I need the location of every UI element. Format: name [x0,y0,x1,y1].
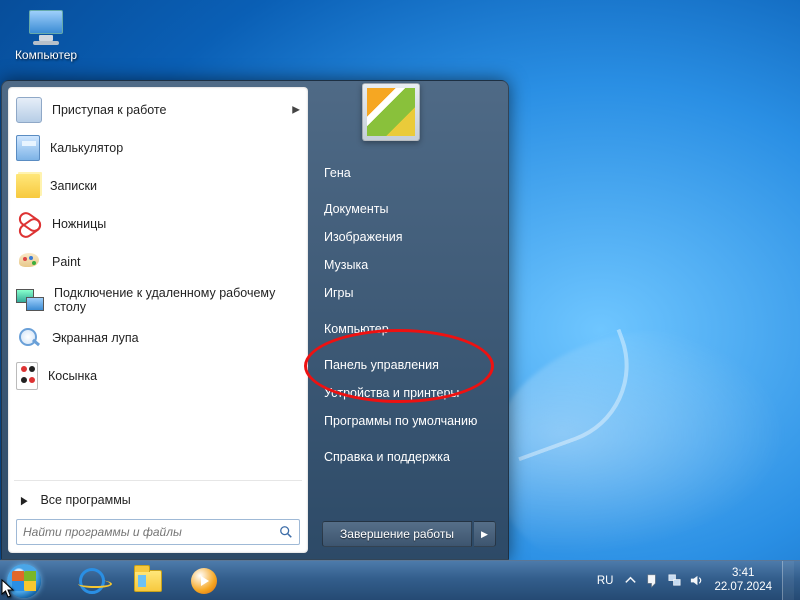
taskbar-pinned [66,564,230,598]
action-center-icon[interactable] [645,573,660,588]
start-menu-right-link[interactable]: Компьютер [322,315,496,343]
card-icon [16,362,38,390]
shutdown-options-button[interactable]: ▶ [474,521,496,547]
mag-icon [16,325,42,351]
start-menu-program-label: Экранная лупа [52,331,139,345]
start-menu-right-link[interactable]: Игры [322,279,496,307]
start-menu-program-item[interactable]: Paint [10,243,306,281]
system-tray: RU 3:41 22.07.2024 [597,561,800,600]
start-menu-program-item[interactable]: Приступая к работе ▶ [10,91,306,129]
volume-icon[interactable] [689,573,704,588]
chevron-right-icon: ▶ [481,529,488,540]
start-menu-right-link[interactable]: Устройства и принтеры [322,379,496,407]
snip-icon [16,211,42,237]
search-box[interactable] [16,519,300,545]
shutdown-label: Завершение работы [340,527,454,541]
start-menu-program-label: Ножницы [52,217,106,231]
shutdown-button[interactable]: Завершение работы [322,521,472,547]
explorer-icon [134,570,162,592]
network-icon[interactable] [667,573,682,588]
start-button[interactable] [4,561,44,600]
desktop-icon-computer[interactable]: Компьютер [14,8,78,62]
start-menu-left-pane: Приступая к работе ▶ Калькулятор Записки Нож… [8,87,308,553]
taskbar-explorer[interactable] [122,564,174,598]
start-menu-right-link[interactable]: Изображения [322,223,496,251]
paint-icon [16,249,42,275]
start-menu-program-label: Приступая к работе [52,103,166,117]
start-menu-program-item[interactable]: Подключение к удаленному рабочему столу [10,281,306,319]
start-menu-right-link[interactable]: Музыка [322,251,496,279]
ie-icon [79,568,105,594]
show-desktop-button[interactable] [782,561,794,600]
chevron-right-icon: ▶ [292,105,300,116]
user-picture [367,88,415,136]
wallpaper-curve [489,329,651,461]
media-player-icon [191,568,217,594]
start-menu-right-link[interactable]: Панель управления [322,351,496,379]
user-picture-frame[interactable] [362,83,420,141]
wallpaper-glow [490,330,800,590]
clock-date: 22.07.2024 [714,581,772,595]
search-icon [279,525,293,539]
start-menu-program-item[interactable]: Экранная лупа [10,319,306,357]
computer-icon [25,8,67,46]
start-menu-program-label: Косынка [48,369,97,383]
all-programs-label: Все программы [40,493,130,507]
start-menu-program-label: Калькулятор [50,141,123,155]
clock-time: 3:41 [714,567,772,581]
start-menu-right-pane: Гена ДокументыИзображенияМузыкаИгры Компью… [308,87,502,553]
start-menu: Приступая к работе ▶ Калькулятор Записки Нож… [1,80,509,560]
search-input[interactable] [23,525,279,539]
note-icon [16,174,40,198]
start-menu-program-item[interactable]: Калькулятор [10,129,306,167]
chevron-right-icon: ▶ [21,494,28,507]
start-menu-right-link[interactable]: Документы [322,195,496,223]
taskbar: RU 3:41 22.07.2024 [0,560,800,600]
show-hidden-icons-icon[interactable] [623,573,638,588]
clock[interactable]: 3:41 22.07.2024 [714,567,772,595]
shutdown-row: Завершение работы ▶ [322,521,496,547]
start-menu-program-list: Приступая к работе ▶ Калькулятор Записки Нож… [8,87,308,476]
separator [14,480,302,481]
rdp-icon [16,287,44,313]
gs-icon [16,97,42,123]
calc-icon [16,135,40,161]
windows-logo-icon [7,564,41,598]
tray-icons [623,573,704,588]
desktop[interactable]: Компьютер Приступая к работе ▶ Калькулятор… [0,0,800,600]
start-menu-right-link[interactable]: Программы по умолчанию [322,407,496,435]
start-menu-program-item[interactable]: Ножницы [10,205,306,243]
start-menu-program-label: Paint [52,255,81,269]
desktop-icon-label: Компьютер [14,48,78,62]
start-menu-right-link[interactable]: Справка и поддержка [322,443,496,471]
start-menu-right-link[interactable]: Гена [322,159,496,187]
start-menu-program-label: Записки [50,179,97,193]
start-menu-program-item[interactable]: Косынка [10,357,306,395]
start-menu-program-label: Подключение к удаленному рабочему столу [54,286,298,315]
taskbar-ie[interactable] [66,564,118,598]
language-indicator[interactable]: RU [597,575,614,587]
taskbar-media-player[interactable] [178,564,230,598]
start-menu-program-item[interactable]: Записки [10,167,306,205]
all-programs-button[interactable]: ▶ Все программы [8,485,308,515]
